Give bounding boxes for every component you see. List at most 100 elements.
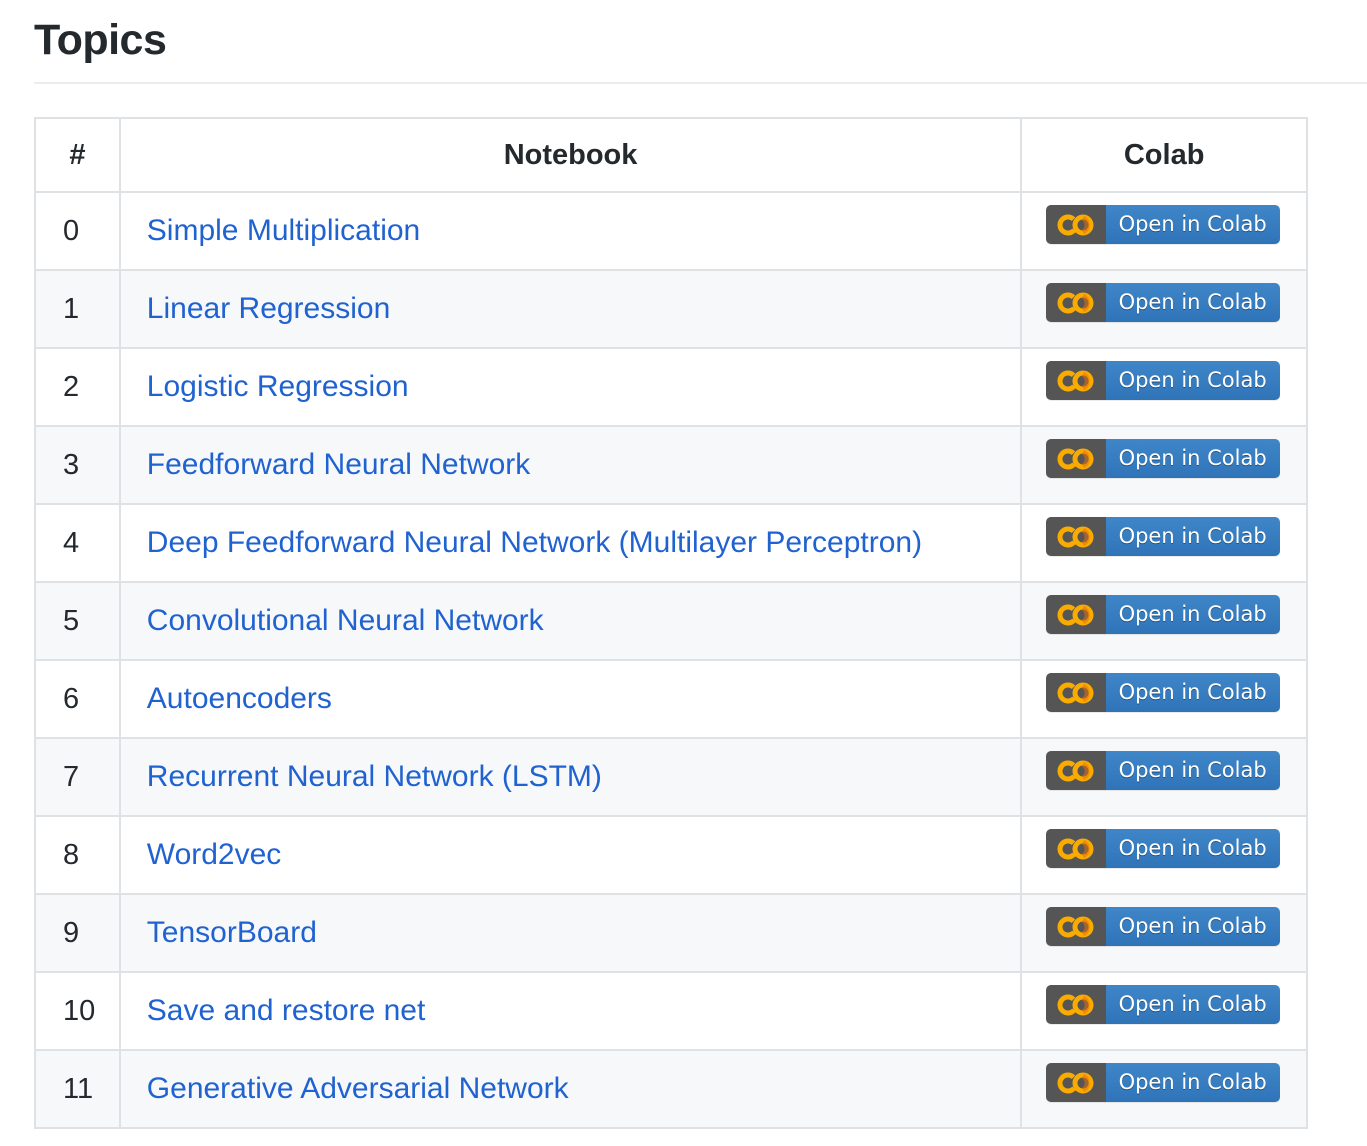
colab-cell: Open in Colab <box>1020 503 1308 583</box>
header-notebook: Notebook <box>118 117 1023 193</box>
row-number: 11 <box>34 1049 121 1129</box>
open-in-colab-label: Open in Colab <box>1105 361 1280 400</box>
notebook-link[interactable]: Logistic Regression <box>147 370 409 403</box>
open-in-colab-button[interactable]: Open in Colab <box>1045 751 1280 790</box>
notebook-cell: Deep Feedforward Neural Network (Multila… <box>118 503 1023 583</box>
colab-cell: Open in Colab <box>1020 971 1308 1051</box>
notebook-cell: Recurrent Neural Network (LSTM) <box>118 737 1023 817</box>
open-in-colab-button[interactable]: Open in Colab <box>1045 439 1280 478</box>
colab-cell: Open in Colab <box>1020 425 1308 505</box>
colab-logo-icon <box>1045 751 1106 790</box>
colab-cell: Open in Colab <box>1020 893 1308 973</box>
open-in-colab-label: Open in Colab <box>1105 907 1280 946</box>
notebook-link[interactable]: Convolutional Neural Network <box>147 604 544 637</box>
table-header-row: # Notebook Colab <box>34 117 1308 193</box>
row-number: 7 <box>34 737 121 817</box>
colab-cell: Open in Colab <box>1020 269 1308 349</box>
colab-logo-icon <box>1045 205 1106 244</box>
table-row: 4 Deep Feedforward Neural Network (Multi… <box>34 503 1308 583</box>
row-number: 2 <box>34 347 121 427</box>
notebook-cell: TensorBoard <box>118 893 1023 973</box>
notebook-link[interactable]: Generative Adversarial Network <box>147 1072 569 1105</box>
open-in-colab-label: Open in Colab <box>1105 205 1280 244</box>
row-number: 6 <box>34 659 121 739</box>
table-row: 5 Convolutional Neural Network Open in C… <box>34 581 1308 661</box>
notebook-link[interactable]: Save and restore net <box>147 994 426 1027</box>
colab-cell: Open in Colab <box>1020 659 1308 739</box>
colab-cell: Open in Colab <box>1020 191 1308 271</box>
colab-logo-icon <box>1045 985 1106 1024</box>
open-in-colab-label: Open in Colab <box>1105 985 1280 1024</box>
colab-logo-icon <box>1045 517 1106 556</box>
open-in-colab-label: Open in Colab <box>1105 829 1280 868</box>
open-in-colab-button[interactable]: Open in Colab <box>1045 673 1280 712</box>
colab-logo-icon <box>1045 1063 1106 1102</box>
open-in-colab-label: Open in Colab <box>1105 517 1280 556</box>
notebook-link[interactable]: Linear Regression <box>147 292 390 325</box>
colab-logo-icon <box>1045 439 1106 478</box>
colab-cell: Open in Colab <box>1020 347 1308 427</box>
notebook-cell: Logistic Regression <box>118 347 1023 427</box>
open-in-colab-button[interactable]: Open in Colab <box>1045 283 1280 322</box>
open-in-colab-button[interactable]: Open in Colab <box>1045 907 1280 946</box>
notebook-link[interactable]: Feedforward Neural Network <box>147 448 530 481</box>
colab-cell: Open in Colab <box>1020 815 1308 895</box>
open-in-colab-button[interactable]: Open in Colab <box>1045 595 1280 634</box>
row-number: 10 <box>34 971 121 1051</box>
open-in-colab-label: Open in Colab <box>1105 283 1280 322</box>
open-in-colab-button[interactable]: Open in Colab <box>1045 829 1280 868</box>
row-number: 3 <box>34 425 121 505</box>
colab-cell: Open in Colab <box>1020 581 1308 661</box>
notebook-link[interactable]: Recurrent Neural Network (LSTM) <box>147 760 602 793</box>
notebook-cell: Autoencoders <box>118 659 1023 739</box>
table-row: 11 Generative Adversarial Network Open i… <box>34 1049 1308 1129</box>
open-in-colab-label: Open in Colab <box>1105 751 1280 790</box>
open-in-colab-label: Open in Colab <box>1105 595 1280 634</box>
table-row: 9 TensorBoard Open in Colab <box>34 893 1308 973</box>
notebook-cell: Simple Multiplication <box>118 191 1023 271</box>
open-in-colab-label: Open in Colab <box>1105 1063 1280 1102</box>
notebook-link[interactable]: Word2vec <box>147 838 282 871</box>
notebook-cell: Save and restore net <box>118 971 1023 1051</box>
table-row: 2 Logistic Regression Open in Colab <box>34 347 1308 427</box>
open-in-colab-label: Open in Colab <box>1105 673 1280 712</box>
colab-logo-icon <box>1045 361 1106 400</box>
row-number: 9 <box>34 893 121 973</box>
notebook-link[interactable]: Autoencoders <box>147 682 332 715</box>
colab-cell: Open in Colab <box>1020 737 1308 817</box>
page-title: Topics <box>34 8 1367 84</box>
open-in-colab-button[interactable]: Open in Colab <box>1045 1063 1280 1102</box>
colab-logo-icon <box>1045 673 1106 712</box>
notebook-link[interactable]: TensorBoard <box>147 916 317 949</box>
open-in-colab-button[interactable]: Open in Colab <box>1045 361 1280 400</box>
open-in-colab-button[interactable]: Open in Colab <box>1045 985 1280 1024</box>
notebook-cell: Convolutional Neural Network <box>118 581 1023 661</box>
row-number: 1 <box>34 269 121 349</box>
colab-logo-icon <box>1045 283 1106 322</box>
table-row: 7 Recurrent Neural Network (LSTM) Open i… <box>34 737 1308 817</box>
row-number: 4 <box>34 503 121 583</box>
notebook-cell: Word2vec <box>118 815 1023 895</box>
row-number: 0 <box>34 191 121 271</box>
table-row: 0 Simple Multiplication Open in Colab <box>34 191 1308 271</box>
open-in-colab-button[interactable]: Open in Colab <box>1045 517 1280 556</box>
notebook-link[interactable]: Deep Feedforward Neural Network (Multila… <box>147 526 922 559</box>
open-in-colab-label: Open in Colab <box>1105 439 1280 478</box>
notebook-link[interactable]: Simple Multiplication <box>147 214 420 247</box>
header-number: # <box>34 117 121 193</box>
row-number: 8 <box>34 815 121 895</box>
table-row: 1 Linear Regression Open in Colab <box>34 269 1308 349</box>
colab-cell: Open in Colab <box>1020 1049 1308 1129</box>
table-row: 8 Word2vec Open in Colab <box>34 815 1308 895</box>
notebook-cell: Linear Regression <box>118 269 1023 349</box>
open-in-colab-button[interactable]: Open in Colab <box>1045 205 1280 244</box>
colab-logo-icon <box>1045 595 1106 634</box>
table-row: 3 Feedforward Neural Network Open in Col… <box>34 425 1308 505</box>
topics-table: # Notebook Colab 0 Simple Multiplication… <box>34 117 1308 1129</box>
colab-logo-icon <box>1045 829 1106 868</box>
table-row: 10 Save and restore net Open in Colab <box>34 971 1308 1051</box>
table-row: 6 Autoencoders Open in Colab <box>34 659 1308 739</box>
colab-logo-icon <box>1045 907 1106 946</box>
notebook-cell: Generative Adversarial Network <box>118 1049 1023 1129</box>
header-colab: Colab <box>1020 117 1308 193</box>
